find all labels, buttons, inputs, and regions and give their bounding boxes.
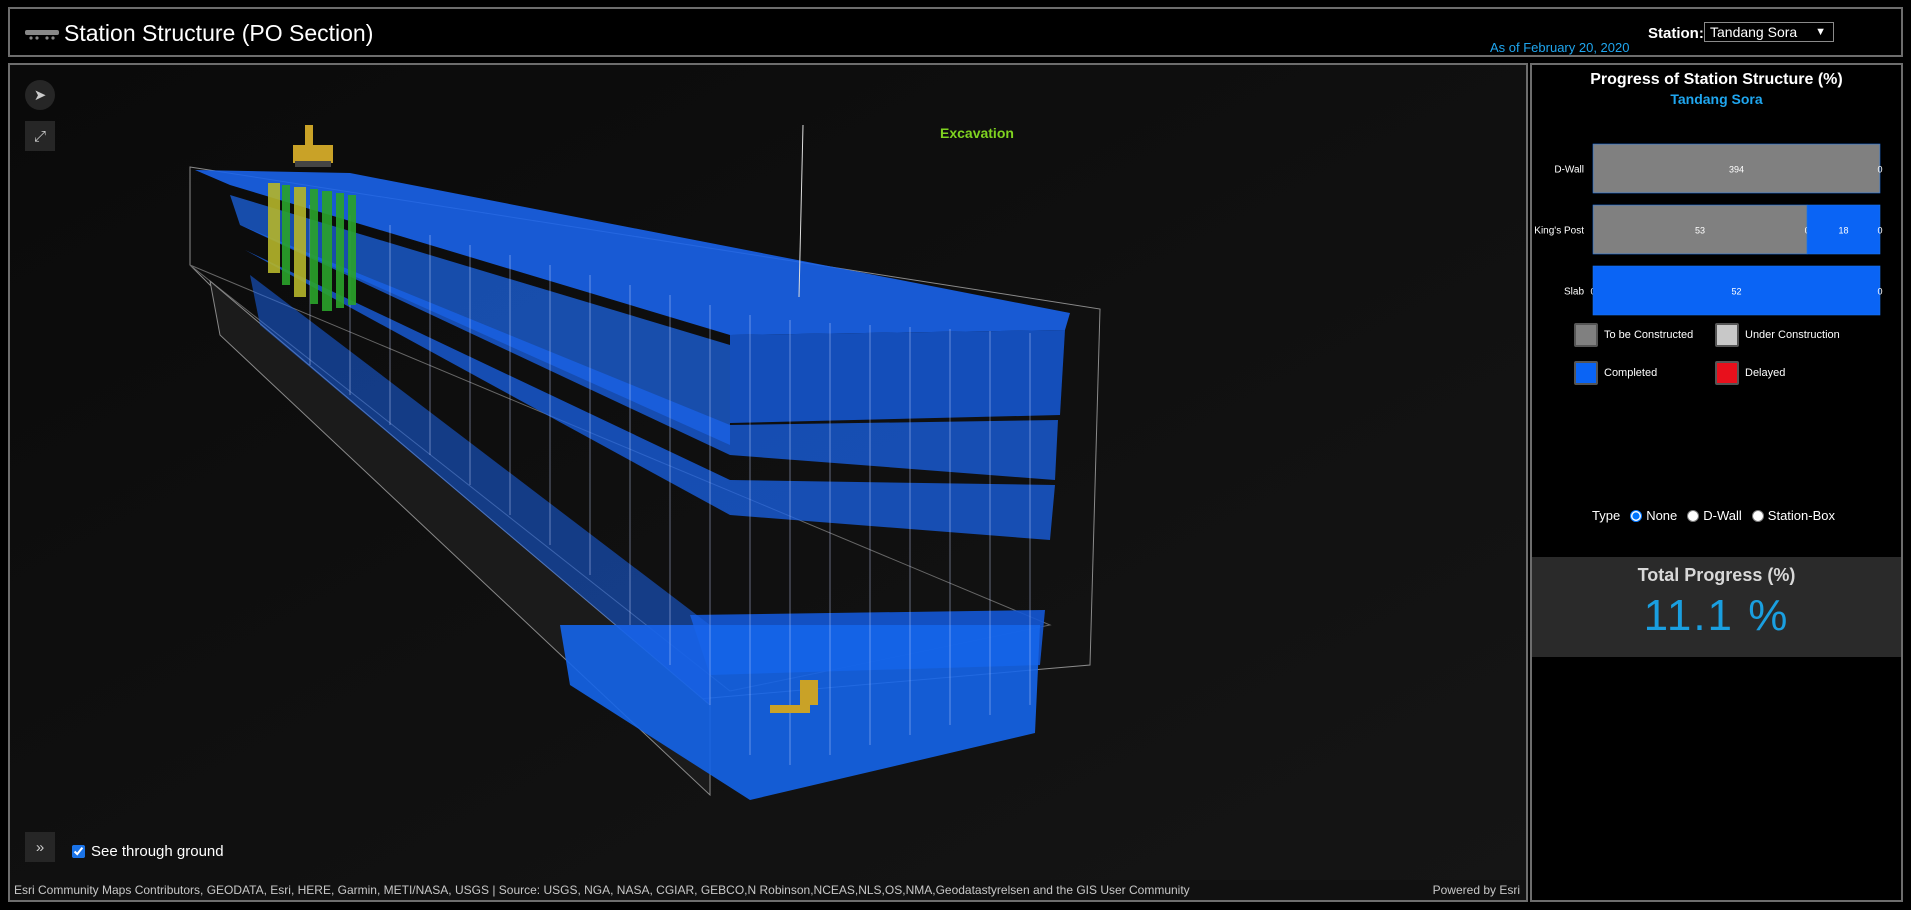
app-header: Station Structure (PO Section) As of Feb… (8, 7, 1903, 57)
type-option-label: Station-Box (1767, 508, 1835, 523)
category-label: D-Wall (1554, 165, 1584, 176)
legend-swatch (1715, 323, 1739, 347)
data-label: 0 (1877, 287, 1882, 297)
legend-item-completed: Completed (1574, 361, 1657, 385)
train-icon (25, 30, 59, 40)
legend-label: Completed (1604, 367, 1658, 379)
scene-view[interactable]: Excavation ➤ ⤢ » See through ground Esri… (8, 63, 1528, 902)
type-radio-none[interactable] (1630, 509, 1643, 522)
legend-item-to-be-constructed: To be Constructed (1574, 323, 1693, 347)
chart-title: Progress of Station Structure (%) (1590, 71, 1843, 88)
navigation-button[interactable]: ➤ (25, 80, 55, 110)
station-select[interactable]: Tandang Sora ▼ (1704, 22, 1834, 42)
station-3d-model[interactable] (10, 65, 1526, 880)
type-radio-station-box[interactable] (1751, 509, 1764, 522)
type-radio-dwall[interactable] (1687, 509, 1700, 522)
chart-subtitle: Tandang Sora (1670, 91, 1763, 107)
total-progress-title: Total Progress (%) (1637, 565, 1796, 585)
see-through-checkbox[interactable] (72, 845, 85, 858)
type-label: Type (1592, 508, 1621, 523)
station-label: Station: (1648, 25, 1704, 42)
data-label: 394 (1729, 165, 1744, 175)
total-progress-card: Total Progress (%) 11.1 % (1532, 557, 1901, 657)
data-label: 0 (1877, 165, 1882, 175)
powered-by-link[interactable]: Powered by Esri (1433, 880, 1520, 900)
type-option-dwall[interactable]: D-Wall (1687, 508, 1742, 523)
data-label: 52 (1731, 287, 1741, 297)
data-label: 18 (1839, 226, 1849, 236)
type-filter: Type None D-Wall Station-Box (1592, 508, 1835, 523)
see-through-label: See through ground (91, 843, 224, 860)
data-label: 53 (1695, 226, 1705, 236)
compass-arrow-icon: ➤ (33, 87, 47, 104)
type-option-label: D-Wall (1703, 508, 1742, 523)
legend-item-delayed: Delayed (1715, 361, 1785, 385)
expand-button[interactable]: » (25, 832, 55, 862)
total-progress-value: 11.1 % (1643, 591, 1790, 640)
legend-swatch (1715, 361, 1739, 385)
see-through-ground-toggle[interactable]: See through ground (72, 843, 224, 860)
legend-swatch (1574, 323, 1598, 347)
double-chevron-right-icon: » (35, 838, 45, 856)
legend-swatch (1574, 361, 1598, 385)
fullscreen-icon: ⤢ (33, 127, 46, 145)
progress-panel: Progress of Station Structure (%) Tandan… (1530, 63, 1903, 902)
type-option-label: None (1646, 508, 1678, 523)
as-of-date: As of February 20, 2020 (1490, 40, 1630, 55)
chevron-down-icon: ▼ (1815, 26, 1826, 38)
attribution-text: Esri Community Maps Contributors, GEODAT… (14, 883, 1190, 897)
legend-label: Delayed (1745, 367, 1786, 379)
excavation-annotation: Excavation (940, 125, 1014, 141)
station-select-value: Tandang Sora (1710, 24, 1798, 40)
type-option-none[interactable]: None (1630, 508, 1677, 523)
category-label: King's Post (1534, 226, 1584, 237)
progress-chart: D-Wall3940King's Post530180Slab052005010… (1534, 143, 1883, 316)
fullscreen-button[interactable]: ⤢ (25, 121, 55, 151)
page-title: Station Structure (PO Section) (64, 20, 374, 46)
category-label: Slab (1564, 287, 1584, 298)
legend-label: Under Construction (1745, 329, 1840, 341)
data-label: 0 (1877, 226, 1882, 236)
type-option-station-box[interactable]: Station-Box (1751, 508, 1835, 523)
map-attribution: Esri Community Maps Contributors, GEODAT… (10, 880, 1526, 900)
legend-item-under-construction: Under Construction (1715, 323, 1840, 347)
legend-label: To be Constructed (1604, 329, 1694, 341)
